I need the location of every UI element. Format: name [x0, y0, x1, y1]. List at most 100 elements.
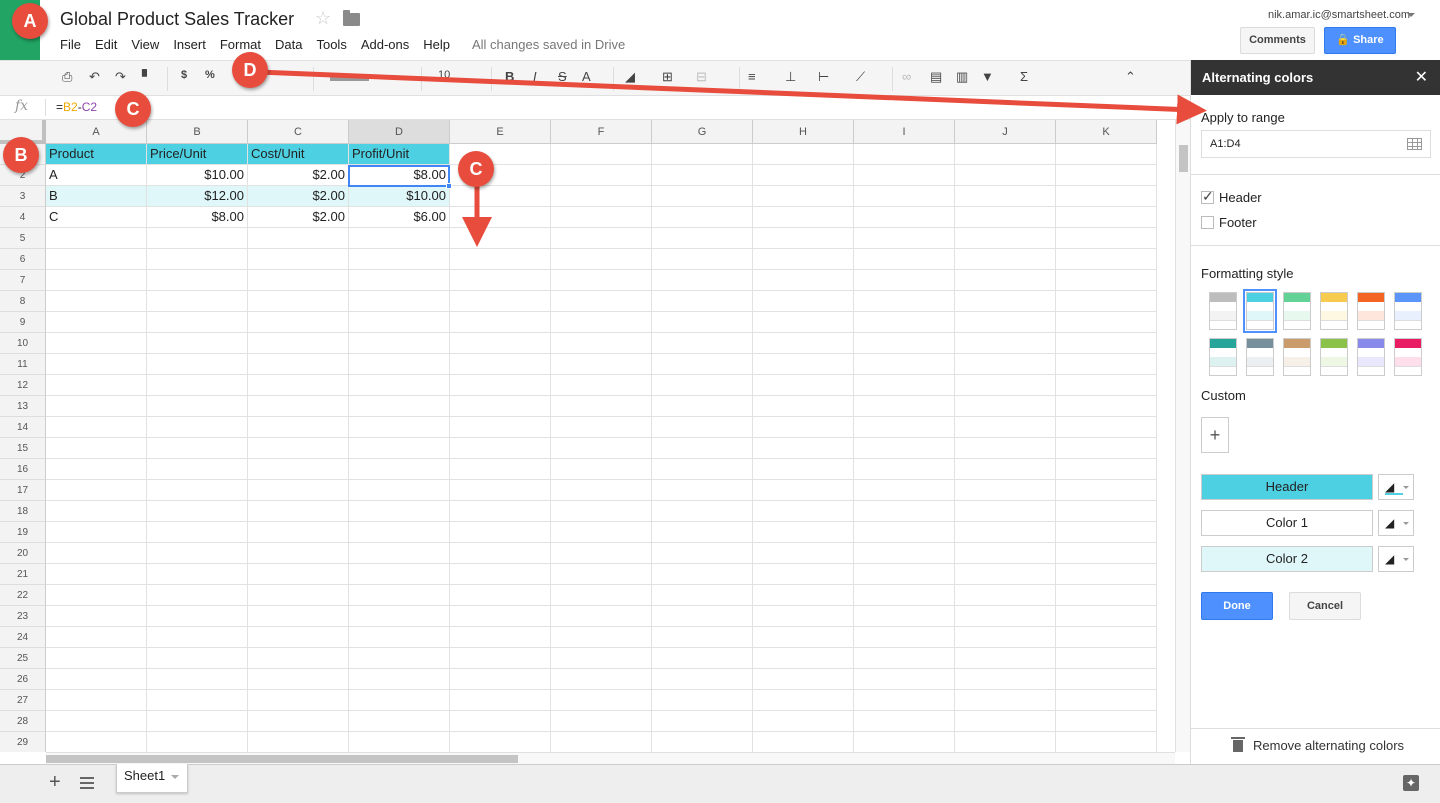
link-icon[interactable]: ∞ [902, 69, 911, 84]
cell-f14[interactable] [551, 417, 652, 438]
cell-i27[interactable] [854, 690, 955, 711]
cell-d18[interactable] [349, 501, 450, 522]
cell-b22[interactable] [147, 585, 248, 606]
cell-d25[interactable] [349, 648, 450, 669]
cell-e22[interactable] [450, 585, 551, 606]
cell-a8[interactable] [46, 291, 147, 312]
cell-g22[interactable] [652, 585, 753, 606]
cell-e19[interactable] [450, 522, 551, 543]
cell-a13[interactable] [46, 396, 147, 417]
cell-k17[interactable] [1056, 480, 1157, 501]
cell-b9[interactable] [147, 312, 248, 333]
cell-i28[interactable] [854, 711, 955, 732]
cell-h16[interactable] [753, 459, 854, 480]
cell-c22[interactable] [248, 585, 349, 606]
cell-i22[interactable] [854, 585, 955, 606]
cell-e20[interactable] [450, 543, 551, 564]
cell-k22[interactable] [1056, 585, 1157, 606]
column-header-c[interactable]: C [248, 120, 349, 144]
cell-k20[interactable] [1056, 543, 1157, 564]
cell-e15[interactable] [450, 438, 551, 459]
cell-a20[interactable] [46, 543, 147, 564]
cell-k25[interactable] [1056, 648, 1157, 669]
formatting-style-swatch[interactable] [1283, 292, 1311, 330]
italic-button[interactable]: I [533, 69, 537, 84]
cell-b28[interactable] [147, 711, 248, 732]
cell-c5[interactable] [248, 228, 349, 249]
fill-color-icon[interactable]: ◢ [625, 69, 635, 85]
cell-e6[interactable] [450, 249, 551, 270]
cell-e14[interactable] [450, 417, 551, 438]
row-header-9[interactable]: 9 [0, 312, 46, 333]
all-sheets-icon[interactable] [80, 777, 94, 789]
cell-a21[interactable] [46, 564, 147, 585]
cell-h15[interactable] [753, 438, 854, 459]
fill-color-picker-button[interactable]: ◢ [1378, 546, 1414, 572]
cell-d27[interactable] [349, 690, 450, 711]
cell-i23[interactable] [854, 606, 955, 627]
cell-c14[interactable] [248, 417, 349, 438]
formatting-style-swatch[interactable] [1357, 338, 1385, 376]
text-wrap-icon[interactable]: ⊢ [818, 69, 829, 85]
cell-i29[interactable] [854, 732, 955, 752]
cell-i21[interactable] [854, 564, 955, 585]
cell-e12[interactable] [450, 375, 551, 396]
cell-d9[interactable] [349, 312, 450, 333]
cell-b10[interactable] [147, 333, 248, 354]
cell-c28[interactable] [248, 711, 349, 732]
cell-c24[interactable] [248, 627, 349, 648]
row-header-21[interactable]: 21 [0, 564, 46, 585]
cell-g6[interactable] [652, 249, 753, 270]
cell-h6[interactable] [753, 249, 854, 270]
cell-g18[interactable] [652, 501, 753, 522]
cell-a28[interactable] [46, 711, 147, 732]
row-header-16[interactable]: 16 [0, 459, 46, 480]
cell-i14[interactable] [854, 417, 955, 438]
cell-d11[interactable] [349, 354, 450, 375]
cell-j23[interactable] [955, 606, 1056, 627]
cell-g7[interactable] [652, 270, 753, 291]
cell-b18[interactable] [147, 501, 248, 522]
color-row-color-1[interactable]: Color 1 [1201, 510, 1373, 536]
row-header-13[interactable]: 13 [0, 396, 46, 417]
cell-f24[interactable] [551, 627, 652, 648]
cell-e23[interactable] [450, 606, 551, 627]
cell-a15[interactable] [46, 438, 147, 459]
row-header-18[interactable]: 18 [0, 501, 46, 522]
redo-icon[interactable]: ↷ [115, 69, 126, 85]
cell-i4[interactable] [854, 207, 955, 228]
cell-i10[interactable] [854, 333, 955, 354]
cell-g8[interactable] [652, 291, 753, 312]
cell-j24[interactable] [955, 627, 1056, 648]
collapse-toolbar-icon[interactable]: ⌃ [1125, 69, 1136, 85]
cell-c21[interactable] [248, 564, 349, 585]
cell-j18[interactable] [955, 501, 1056, 522]
cell-b15[interactable] [147, 438, 248, 459]
save-status[interactable]: All changes saved in Drive [472, 37, 625, 52]
cell-j10[interactable] [955, 333, 1056, 354]
cell-f28[interactable] [551, 711, 652, 732]
cell-g15[interactable] [652, 438, 753, 459]
cell-h10[interactable] [753, 333, 854, 354]
cell-i13[interactable] [854, 396, 955, 417]
column-header-b[interactable]: B [147, 120, 248, 144]
cell-k19[interactable] [1056, 522, 1157, 543]
cell-a25[interactable] [46, 648, 147, 669]
cell-h24[interactable] [753, 627, 854, 648]
cell-i9[interactable] [854, 312, 955, 333]
cell-j2[interactable] [955, 165, 1056, 186]
cell-g26[interactable] [652, 669, 753, 690]
range-input[interactable]: A1:D4 [1201, 130, 1431, 158]
cell-k11[interactable] [1056, 354, 1157, 375]
cell-b5[interactable] [147, 228, 248, 249]
cell-b2[interactable]: $10.00 [147, 165, 248, 186]
cell-f2[interactable] [551, 165, 652, 186]
cell-k18[interactable] [1056, 501, 1157, 522]
select-range-icon[interactable] [1407, 138, 1422, 150]
cell-k13[interactable] [1056, 396, 1157, 417]
column-header-d[interactable]: D [349, 120, 450, 144]
cell-i6[interactable] [854, 249, 955, 270]
cell-j7[interactable] [955, 270, 1056, 291]
row-header-22[interactable]: 22 [0, 585, 46, 606]
formatting-style-swatch[interactable] [1209, 338, 1237, 376]
